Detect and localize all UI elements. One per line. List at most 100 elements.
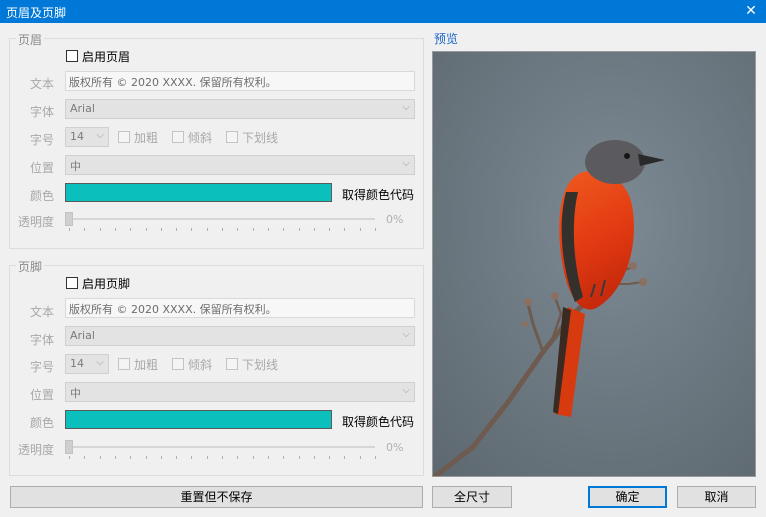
- slider-tick: [375, 456, 376, 459]
- slider-tick: [206, 228, 208, 231]
- slider-tick: [359, 228, 361, 231]
- header-font-value: Arial: [70, 102, 95, 115]
- slider-tick: [313, 456, 315, 459]
- slider-tick: [329, 228, 331, 231]
- header-bold-label[interactable]: 加粗: [134, 129, 158, 146]
- chevron-down-icon: ⌵: [402, 102, 410, 113]
- slider-tick: [237, 228, 239, 231]
- footer-underline-label[interactable]: 下划线: [242, 356, 278, 373]
- footer-underline-checkbox[interactable]: [226, 358, 238, 370]
- header-group-title: 页眉: [16, 31, 45, 48]
- chevron-down-icon: ⌵: [402, 158, 410, 169]
- slider-tick: [222, 456, 223, 459]
- footer-color-label: 颜色: [29, 416, 54, 430]
- slider-tick: [176, 228, 178, 231]
- footer-position-select[interactable]: 中 ⌵: [65, 382, 415, 402]
- footer-color-swatch[interactable]: [65, 410, 332, 429]
- enable-header-checkbox[interactable]: [66, 50, 78, 62]
- footer-bold-label[interactable]: 加粗: [134, 356, 158, 373]
- header-position-label: 位置: [29, 161, 54, 175]
- chevron-down-icon: ⌵: [96, 357, 104, 368]
- slider-tick: [329, 456, 331, 459]
- slider-tick: [130, 456, 132, 459]
- slider-tick: [237, 456, 239, 459]
- footer-bold-checkbox[interactable]: [118, 358, 130, 370]
- footer-font-select[interactable]: Arial ⌵: [65, 326, 415, 346]
- header-opacity-track[interactable]: [65, 218, 375, 220]
- slider-tick: [283, 228, 285, 231]
- header-text-label: 文本: [29, 77, 54, 91]
- slider-tick: [130, 228, 132, 231]
- slider-tick: [298, 456, 300, 459]
- footer-get-color-code[interactable]: 取得颜色代码: [342, 413, 414, 430]
- footer-text-input[interactable]: 版权所有 © 2020 XXXX. 保留所有权利。: [65, 298, 415, 318]
- close-icon[interactable]: ✕: [736, 0, 766, 23]
- footer-size-select[interactable]: 14 ⌵: [65, 354, 109, 374]
- slider-tick: [99, 228, 101, 231]
- slider-tick: [191, 228, 193, 231]
- footer-position-value: 中: [70, 387, 81, 400]
- slider-tick: [344, 228, 346, 231]
- footer-opacity-thumb[interactable]: [65, 440, 73, 454]
- footer-italic-checkbox[interactable]: [172, 358, 184, 370]
- slider-tick: [267, 456, 269, 459]
- header-color-label: 颜色: [29, 189, 54, 203]
- header-opacity-ticks: [69, 228, 376, 232]
- enable-header-label[interactable]: 启用页眉: [82, 48, 130, 65]
- slider-tick: [160, 456, 162, 459]
- title-bar: 页眉及页脚 ✕: [0, 0, 766, 23]
- slider-tick: [267, 228, 269, 231]
- footer-text-label: 文本: [29, 305, 54, 319]
- cancel-button[interactable]: 取消: [677, 486, 756, 508]
- slider-tick: [252, 456, 254, 459]
- enable-footer-checkbox[interactable]: [66, 277, 78, 289]
- header-position-value: 中: [70, 160, 81, 173]
- slider-tick: [84, 228, 86, 231]
- slider-tick: [145, 228, 147, 231]
- header-bold-checkbox[interactable]: [118, 131, 130, 143]
- slider-tick: [222, 228, 223, 231]
- footer-size-value: 14: [70, 357, 84, 370]
- slider-tick: [114, 228, 116, 231]
- window-title: 页眉及页脚: [6, 6, 67, 20]
- header-opacity-thumb[interactable]: [65, 212, 73, 226]
- header-opacity-label: 透明度: [17, 215, 54, 229]
- slider-tick: [313, 228, 315, 231]
- footer-size-label: 字号: [29, 360, 54, 374]
- slider-tick: [69, 228, 70, 231]
- full-size-button[interactable]: 全尺寸: [432, 486, 512, 508]
- header-position-select[interactable]: 中 ⌵: [65, 155, 415, 175]
- slider-tick: [114, 456, 116, 459]
- footer-italic-label[interactable]: 倾斜: [188, 356, 212, 373]
- chevron-down-icon: ⌵: [402, 329, 410, 340]
- header-font-select[interactable]: Arial ⌵: [65, 99, 415, 119]
- chevron-down-icon: ⌵: [402, 385, 410, 396]
- slider-tick: [252, 228, 254, 231]
- slider-tick: [84, 456, 86, 459]
- slider-tick: [359, 456, 361, 459]
- header-underline-checkbox[interactable]: [226, 131, 238, 143]
- bird-photo: [433, 52, 755, 476]
- footer-position-label: 位置: [29, 388, 54, 402]
- footer-opacity-track[interactable]: [65, 446, 375, 448]
- header-get-color-code[interactable]: 取得颜色代码: [342, 186, 414, 203]
- ok-button[interactable]: 确定: [588, 486, 667, 508]
- header-underline-label[interactable]: 下划线: [242, 129, 278, 146]
- header-size-select[interactable]: 14 ⌵: [65, 127, 109, 147]
- slider-tick: [145, 456, 147, 459]
- footer-opacity-ticks: [69, 456, 376, 460]
- header-color-swatch[interactable]: [65, 183, 332, 202]
- header-italic-label[interactable]: 倾斜: [188, 129, 212, 146]
- header-opacity-value: 0%: [386, 213, 404, 226]
- slider-tick: [344, 456, 346, 459]
- slider-tick: [206, 456, 208, 459]
- slider-tick: [375, 228, 376, 231]
- slider-tick: [176, 456, 178, 459]
- header-italic-checkbox[interactable]: [172, 131, 184, 143]
- header-text-input[interactable]: 版权所有 © 2020 XXXX. 保留所有权利。: [65, 71, 415, 91]
- footer-font-value: Arial: [70, 329, 95, 342]
- footer-opacity-label: 透明度: [17, 443, 54, 457]
- slider-tick: [160, 228, 162, 231]
- reset-without-saving-button[interactable]: 重置但不保存: [10, 486, 423, 508]
- enable-footer-label[interactable]: 启用页脚: [82, 275, 130, 292]
